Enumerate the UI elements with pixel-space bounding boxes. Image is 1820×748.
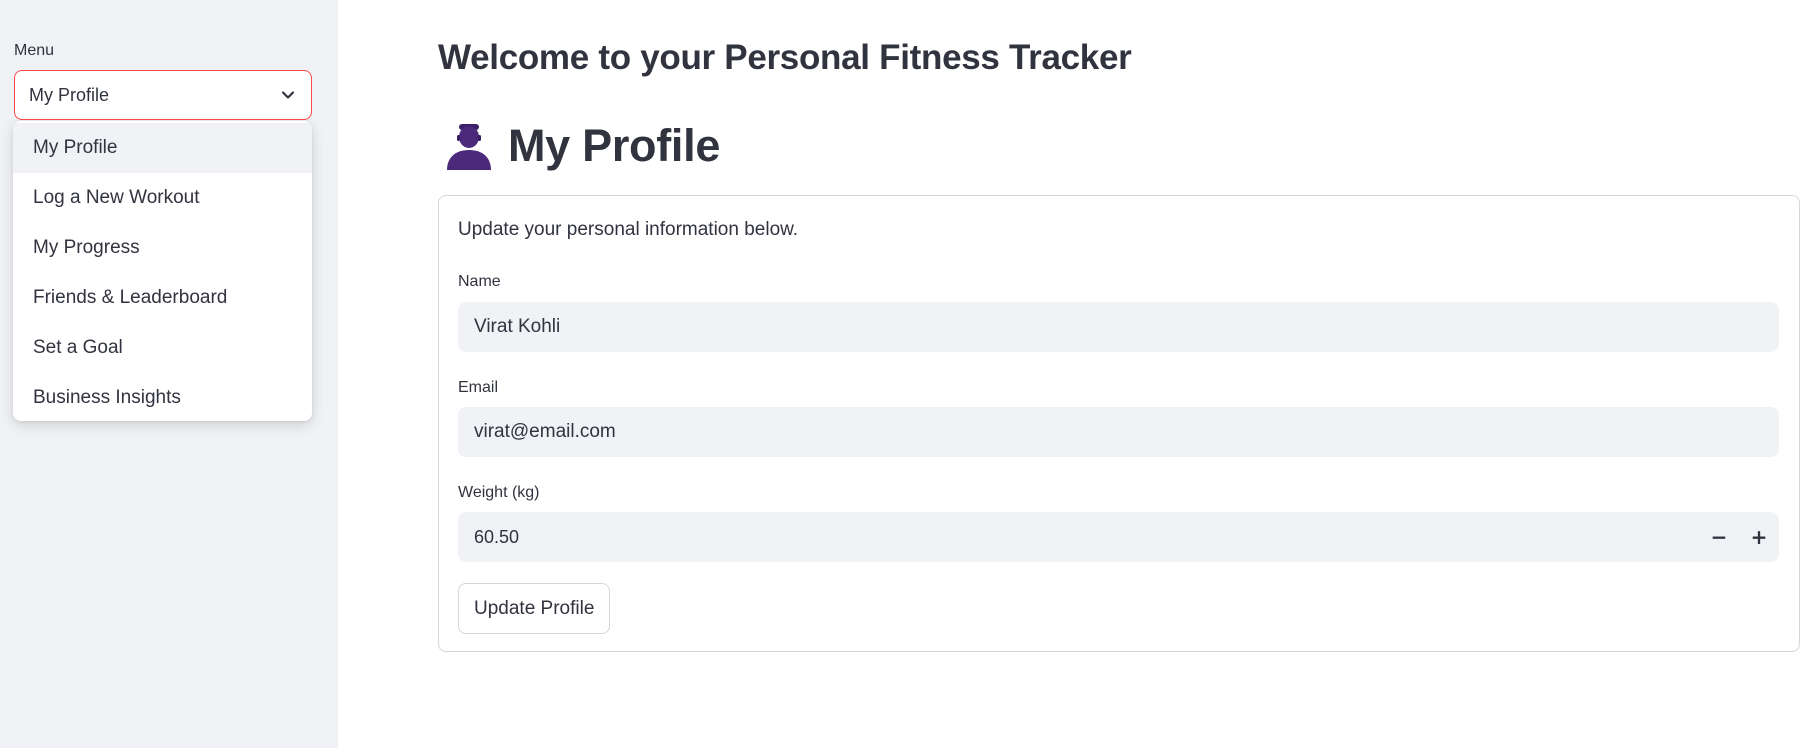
increment-button[interactable]: + (1739, 512, 1779, 562)
name-field[interactable] (458, 302, 1779, 352)
section-title: My Profile (508, 120, 721, 171)
menu-label: Menu (14, 42, 55, 59)
weight-field[interactable] (458, 512, 1699, 562)
menu-select-value: My Profile (29, 84, 110, 105)
weight-label: Weight (kg) (458, 484, 540, 501)
menu-option-set-goal[interactable]: Set a Goal (13, 323, 312, 373)
decrement-button[interactable]: − (1699, 512, 1739, 562)
menu-option-log-workout[interactable]: Log a New Workout (13, 173, 312, 223)
name-label: Name (458, 273, 501, 290)
email-field[interactable] (458, 407, 1779, 457)
update-profile-button[interactable]: Update Profile (458, 583, 611, 634)
menu-dropdown: My Profile Log a New Workout My Progress… (13, 121, 312, 421)
menu-option-my-progress[interactable]: My Progress (13, 223, 312, 273)
menu-option-business-insights[interactable]: Business Insights (13, 373, 312, 421)
profile-form: Update your personal information below. … (438, 195, 1800, 652)
menu-option-my-profile[interactable]: My Profile (13, 123, 312, 173)
email-label: Email (458, 379, 499, 396)
menu-option-friends-leaderboard[interactable]: Friends & Leaderboard (13, 273, 312, 323)
sidebar: Menu My Profile My Profile Log a New Wor… (0, 0, 338, 748)
weight-stepper: − + (458, 512, 1779, 562)
menu-select[interactable]: My Profile (14, 70, 312, 120)
section-header: My Profile (444, 120, 720, 172)
main-content: Welcome to your Personal Fitness Tracker… (338, 0, 1820, 748)
chevron-down-icon[interactable] (279, 86, 297, 104)
form-intro: Update your personal information below. (458, 219, 799, 240)
person-icon (444, 121, 494, 171)
page-title: Welcome to your Personal Fitness Tracker (438, 38, 1132, 77)
